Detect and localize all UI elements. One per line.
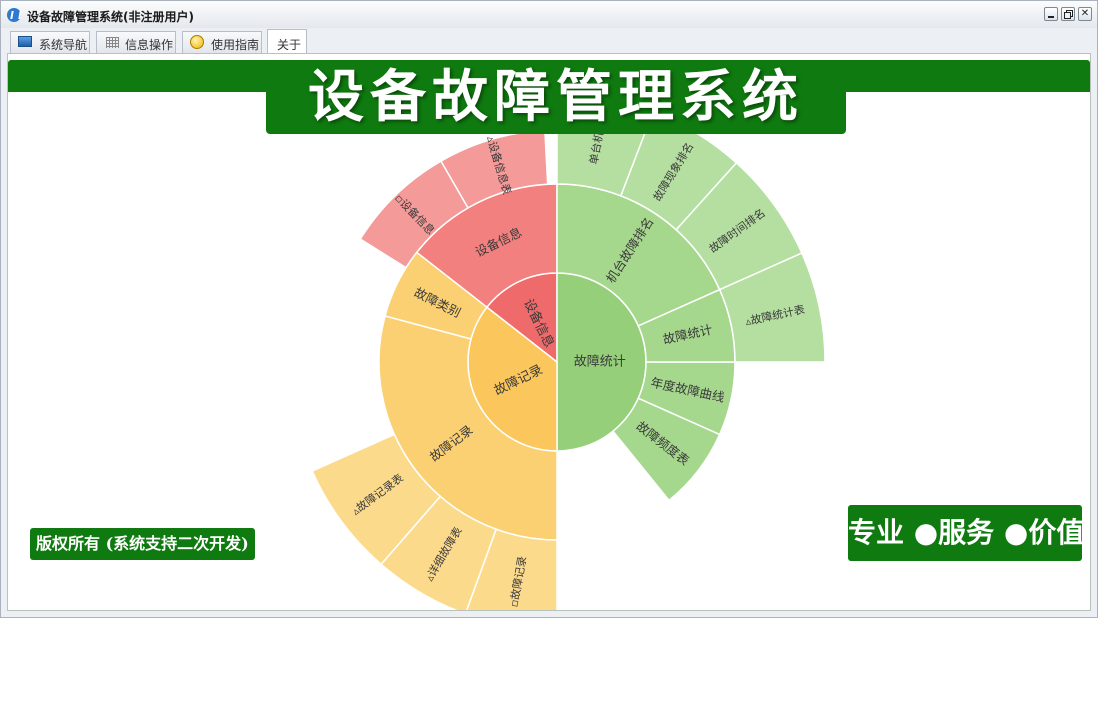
- tab-user-guide[interactable]: 使用指南: [182, 31, 262, 53]
- tab-system-navigation[interactable]: 系统导航: [10, 31, 90, 53]
- window-title: 设备故障管理系统(非注册用户): [27, 10, 194, 24]
- grid-icon: [106, 37, 119, 48]
- copyright-badge: 版权所有 (系统支持二次开发): [30, 528, 255, 560]
- tab-label: 系统导航: [39, 38, 88, 52]
- sunburst-label: 故障统计: [574, 355, 626, 370]
- close-button[interactable]: ✕: [1078, 7, 1092, 21]
- tab-label: 使用指南: [211, 38, 260, 52]
- slogan-badge: 专业 ●服务 ●价值: [848, 505, 1084, 561]
- smiley-icon: [190, 35, 204, 49]
- page-title: 设备故障管理系统: [266, 62, 846, 134]
- minimize-icon: [1048, 16, 1054, 18]
- close-icon: ✕: [1080, 8, 1090, 19]
- tab-about[interactable]: 关于: [267, 29, 307, 53]
- title-bar[interactable]: 设备故障管理系统(非注册用户) ✕: [1, 1, 1097, 28]
- tab-label: 信息操作: [125, 38, 174, 52]
- minimize-button[interactable]: [1044, 7, 1058, 21]
- monitor-icon: [18, 36, 32, 47]
- restore-button[interactable]: [1061, 7, 1075, 21]
- app-logo-icon: [7, 8, 21, 22]
- tab-bar: 系统导航 信息操作 使用指南 关于: [1, 29, 1097, 53]
- tab-info-operation[interactable]: 信息操作: [96, 31, 176, 53]
- tab-label: 关于: [277, 38, 302, 52]
- app-window: 设备故障管理系统(非注册用户) ✕ 系统导航 信息操作 使用指南 关于 设备信息…: [0, 0, 1098, 618]
- main-panel: 设备信息 设备信息 ▫设备信息 ▵设备信息表 故障统计 故障频度表 年度故障曲线 故障统计 ▵故…: [7, 53, 1091, 611]
